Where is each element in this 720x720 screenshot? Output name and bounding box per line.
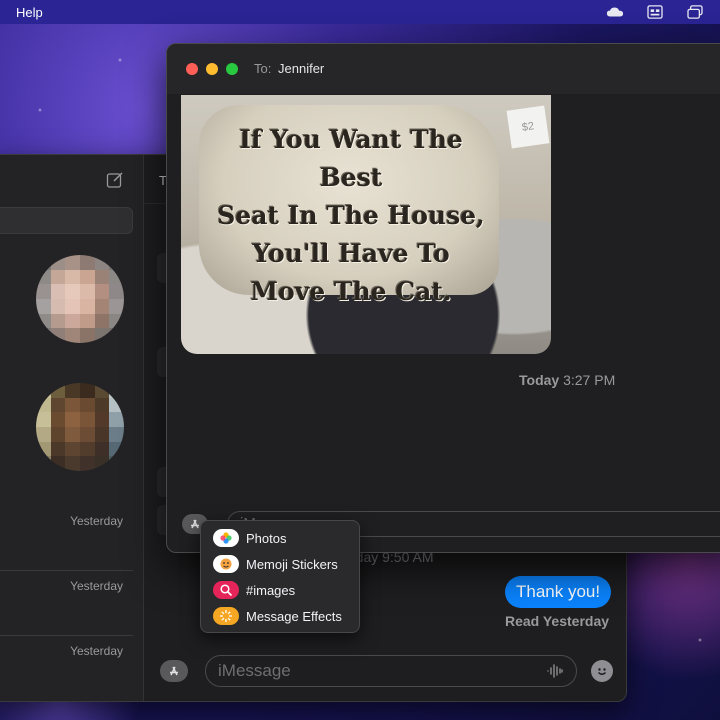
plaque-line: You'll Have To	[252, 239, 450, 268]
compose-icon[interactable]	[106, 171, 124, 189]
app-store-button[interactable]	[160, 660, 188, 682]
icloud-icon[interactable]	[606, 5, 624, 19]
menu-item-message-effects[interactable]: Message Effects	[201, 603, 359, 629]
message-input[interactable]: iMessage	[205, 655, 577, 687]
plaque-line: If You Want The Best	[239, 125, 463, 192]
timestamp-day: Today	[519, 372, 560, 388]
message-timestamp: Today 3:27 PM	[519, 372, 615, 388]
avatar	[36, 255, 124, 343]
menu-help[interactable]: Help	[16, 5, 43, 20]
to-label: To:	[254, 61, 272, 76]
emoji-button[interactable]	[591, 660, 613, 682]
image-attachment[interactable]: $2 If You Want The Best Seat In The Hous…	[181, 95, 551, 354]
photos-icon	[213, 529, 239, 547]
menu-item-label: Memoji Stickers	[246, 556, 338, 572]
menu-bar: Help	[0, 0, 720, 24]
minimize-button[interactable]	[206, 63, 218, 75]
screen-sharing-icon[interactable]	[646, 5, 664, 19]
message-input-placeholder: iMessage	[218, 661, 291, 680]
menu-item-images[interactable]: #images	[201, 577, 359, 603]
divider	[0, 570, 133, 571]
menu-item-memoji-stickers[interactable]: Memoji Stickers	[201, 551, 359, 577]
conversation-sidebar: Yesterday Yesterday Yesterday	[0, 155, 144, 701]
plaque-line: Move The Cat.	[250, 277, 452, 306]
audio-waveform-icon[interactable]	[546, 662, 564, 680]
conversation-time: Yesterday	[70, 644, 123, 658]
recipient-name[interactable]: Jennifer	[278, 61, 324, 76]
divider	[0, 635, 133, 636]
menu-item-label: Message Effects	[246, 608, 342, 624]
read-receipt: Read Yesterday	[505, 613, 610, 629]
price-tag: $2	[506, 105, 550, 149]
memoji-icon	[213, 555, 239, 573]
sent-message-text: Thank you!	[516, 582, 601, 601]
sent-message-bubble[interactable]: Thank you!	[505, 576, 612, 608]
title-bar[interactable]: To: Jennifer	[167, 44, 720, 94]
menu-item-label: Photos	[246, 530, 287, 546]
close-button[interactable]	[186, 63, 198, 75]
zoom-button[interactable]	[226, 63, 238, 75]
smiley-icon	[598, 668, 606, 675]
timestamp-time: 3:27 PM	[563, 372, 616, 388]
avatar	[36, 383, 124, 471]
menu-item-label: #images	[246, 582, 296, 598]
conversation-time: Yesterday	[70, 514, 123, 528]
app-menu-popup: Photos Memoji Stickers #images Message E…	[200, 520, 360, 633]
plaque-text: If You Want The Best Seat In The House, …	[211, 121, 491, 311]
search-input[interactable]	[0, 207, 133, 234]
images-search-icon	[213, 581, 239, 599]
menu-item-photos[interactable]: Photos	[201, 525, 359, 551]
effects-icon	[213, 607, 239, 625]
messages-window-front[interactable]: To: Jennifer $2 If You Want The Best Sea…	[166, 43, 720, 553]
windows-icon[interactable]	[686, 5, 704, 19]
conversation-time: Yesterday	[70, 579, 123, 593]
app-store-icon	[170, 666, 178, 676]
plaque-line: Seat In The House,	[217, 201, 485, 230]
